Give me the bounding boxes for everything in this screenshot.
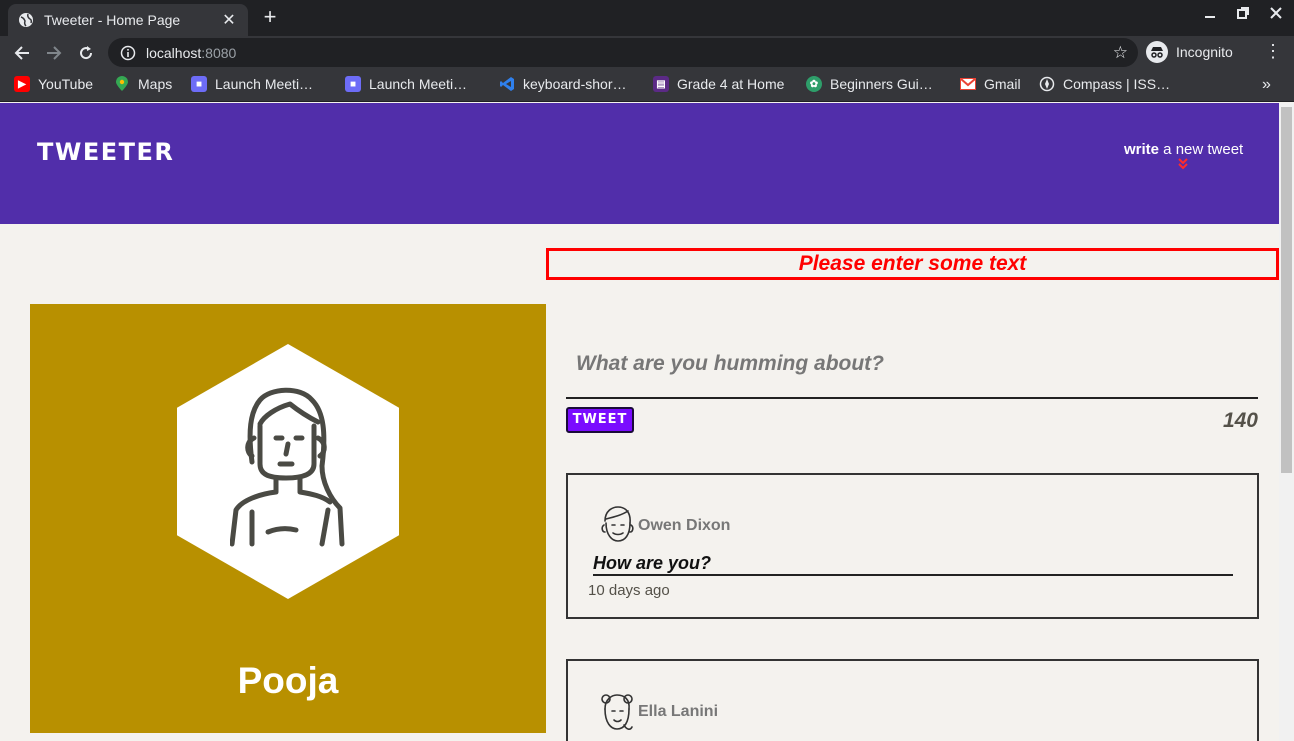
write-bold: write <box>1124 141 1160 158</box>
bookmark-star-icon[interactable]: ☆ <box>1113 43 1128 63</box>
site-header: TWEETER write a new tweet <box>0 103 1279 224</box>
bookmark-label: Gmail <box>984 76 1021 92</box>
bookmark-gmail[interactable]: Gmail <box>960 76 1021 92</box>
globe-icon <box>18 12 34 28</box>
user-avatar-icon <box>230 387 345 547</box>
forward-icon[interactable] <box>41 40 67 66</box>
url-port: :8080 <box>201 44 237 61</box>
bookmark-label: YouTube <box>38 76 94 92</box>
tweet-card: Ella Lanini <box>566 659 1259 741</box>
tweet-author-name: Owen Dixon <box>638 517 731 534</box>
bookmark-keyboard-shortcuts[interactable]: keyboard-shor… <box>499 76 627 92</box>
bookmark-label: Beginners Gui… <box>830 76 933 92</box>
bookmarks-more-icon[interactable]: » <box>1262 76 1271 94</box>
bookmark-label: Compass | ISS… <box>1063 76 1171 92</box>
bookmark-label: keyboard-shor… <box>523 76 627 92</box>
bookmark-maps[interactable]: Maps <box>114 76 172 92</box>
tweet-button[interactable]: TWEET <box>566 407 634 433</box>
url-host: localhost <box>146 44 202 61</box>
youtube-icon: ▶ <box>14 76 30 92</box>
user-avatar-icon <box>601 694 633 730</box>
page-viewport: TWEETER write a new tweet Please enter s… <box>0 103 1279 741</box>
close-tab-icon[interactable]: ✕ <box>220 10 238 30</box>
address-bar[interactable]: localhost:8080 ☆ <box>108 38 1138 67</box>
tweet-body: How are you? <box>593 553 1233 576</box>
reload-icon[interactable] <box>73 40 99 66</box>
write-rest: a new tweet <box>1159 141 1244 158</box>
tweet-text-input[interactable] <box>566 331 1258 399</box>
tweet-card: Owen Dixon How are you? 10 days ago <box>566 473 1259 619</box>
maps-icon <box>114 76 130 92</box>
close-window-icon[interactable] <box>1264 6 1288 24</box>
bookmark-beginners-guide[interactable]: ✿ Beginners Gui… <box>806 76 933 92</box>
tweet-author-name: Ella Lanini <box>638 703 719 720</box>
bookmark-grade4[interactable]: ▤ Grade 4 at Home <box>653 76 784 92</box>
profile-card: Pooja <box>30 304 546 733</box>
new-tab-button[interactable]: + <box>258 6 282 30</box>
compass-icon <box>1039 76 1055 92</box>
info-icon[interactable] <box>120 45 136 61</box>
zoom-icon: ■ <box>191 76 207 92</box>
incognito-icon <box>1146 41 1168 63</box>
browser-tabstrip: Tweeter - Home Page ✕ + <box>0 0 1294 36</box>
browser-tab[interactable]: Tweeter - Home Page ✕ <box>8 4 248 36</box>
profile-name: Pooja <box>237 660 339 701</box>
scrollbar-thumb[interactable] <box>1281 107 1292 473</box>
page-scrollbar[interactable] <box>1279 103 1294 741</box>
bookmark-label: Grade 4 at Home <box>677 76 785 92</box>
bookmark-launch-meeting-1[interactable]: ■ Launch Meeti… <box>191 76 313 92</box>
bookmark-label: Launch Meeti… <box>215 76 314 92</box>
grade-icon: ▤ <box>653 76 669 92</box>
menu-dots-icon[interactable]: ⋮ <box>1264 41 1282 62</box>
incognito-indicator[interactable]: Incognito <box>1146 41 1233 63</box>
incognito-label: Incognito <box>1176 44 1233 60</box>
bookmark-label: Launch Meeti… <box>369 76 468 92</box>
bookmarks-bar: ▶ YouTube Maps ■ Launch Meeti… ■ Launch … <box>0 69 1294 102</box>
bookmark-label: Maps <box>138 76 173 92</box>
guide-icon: ✿ <box>806 76 822 92</box>
tab-title: Tweeter - Home Page <box>44 12 181 28</box>
write-new-tweet-link[interactable]: write a new tweet <box>1124 141 1243 158</box>
bookmark-launch-meeting-2[interactable]: ■ Launch Meeti… <box>345 76 467 92</box>
browser-toolbar: localhost:8080 ☆ Incognito ⋮ <box>0 36 1294 69</box>
error-message: Please enter some text <box>546 248 1279 280</box>
user-avatar-icon <box>601 506 634 542</box>
site-logo[interactable]: TWEETER <box>37 138 174 166</box>
vscode-icon <box>499 76 515 92</box>
bookmark-compass[interactable]: Compass | ISS… <box>1039 76 1170 92</box>
minimize-icon[interactable] <box>1198 6 1222 24</box>
tweet-timestamp: 10 days ago <box>588 582 670 599</box>
back-icon[interactable] <box>9 40 35 66</box>
bookmark-youtube[interactable]: ▶ YouTube <box>14 76 93 92</box>
char-counter: 140 <box>1222 409 1258 432</box>
zoom-icon: ■ <box>345 76 361 92</box>
restore-icon[interactable] <box>1231 6 1255 24</box>
gmail-icon <box>960 76 976 92</box>
chevron-down-icon[interactable] <box>1176 158 1190 170</box>
